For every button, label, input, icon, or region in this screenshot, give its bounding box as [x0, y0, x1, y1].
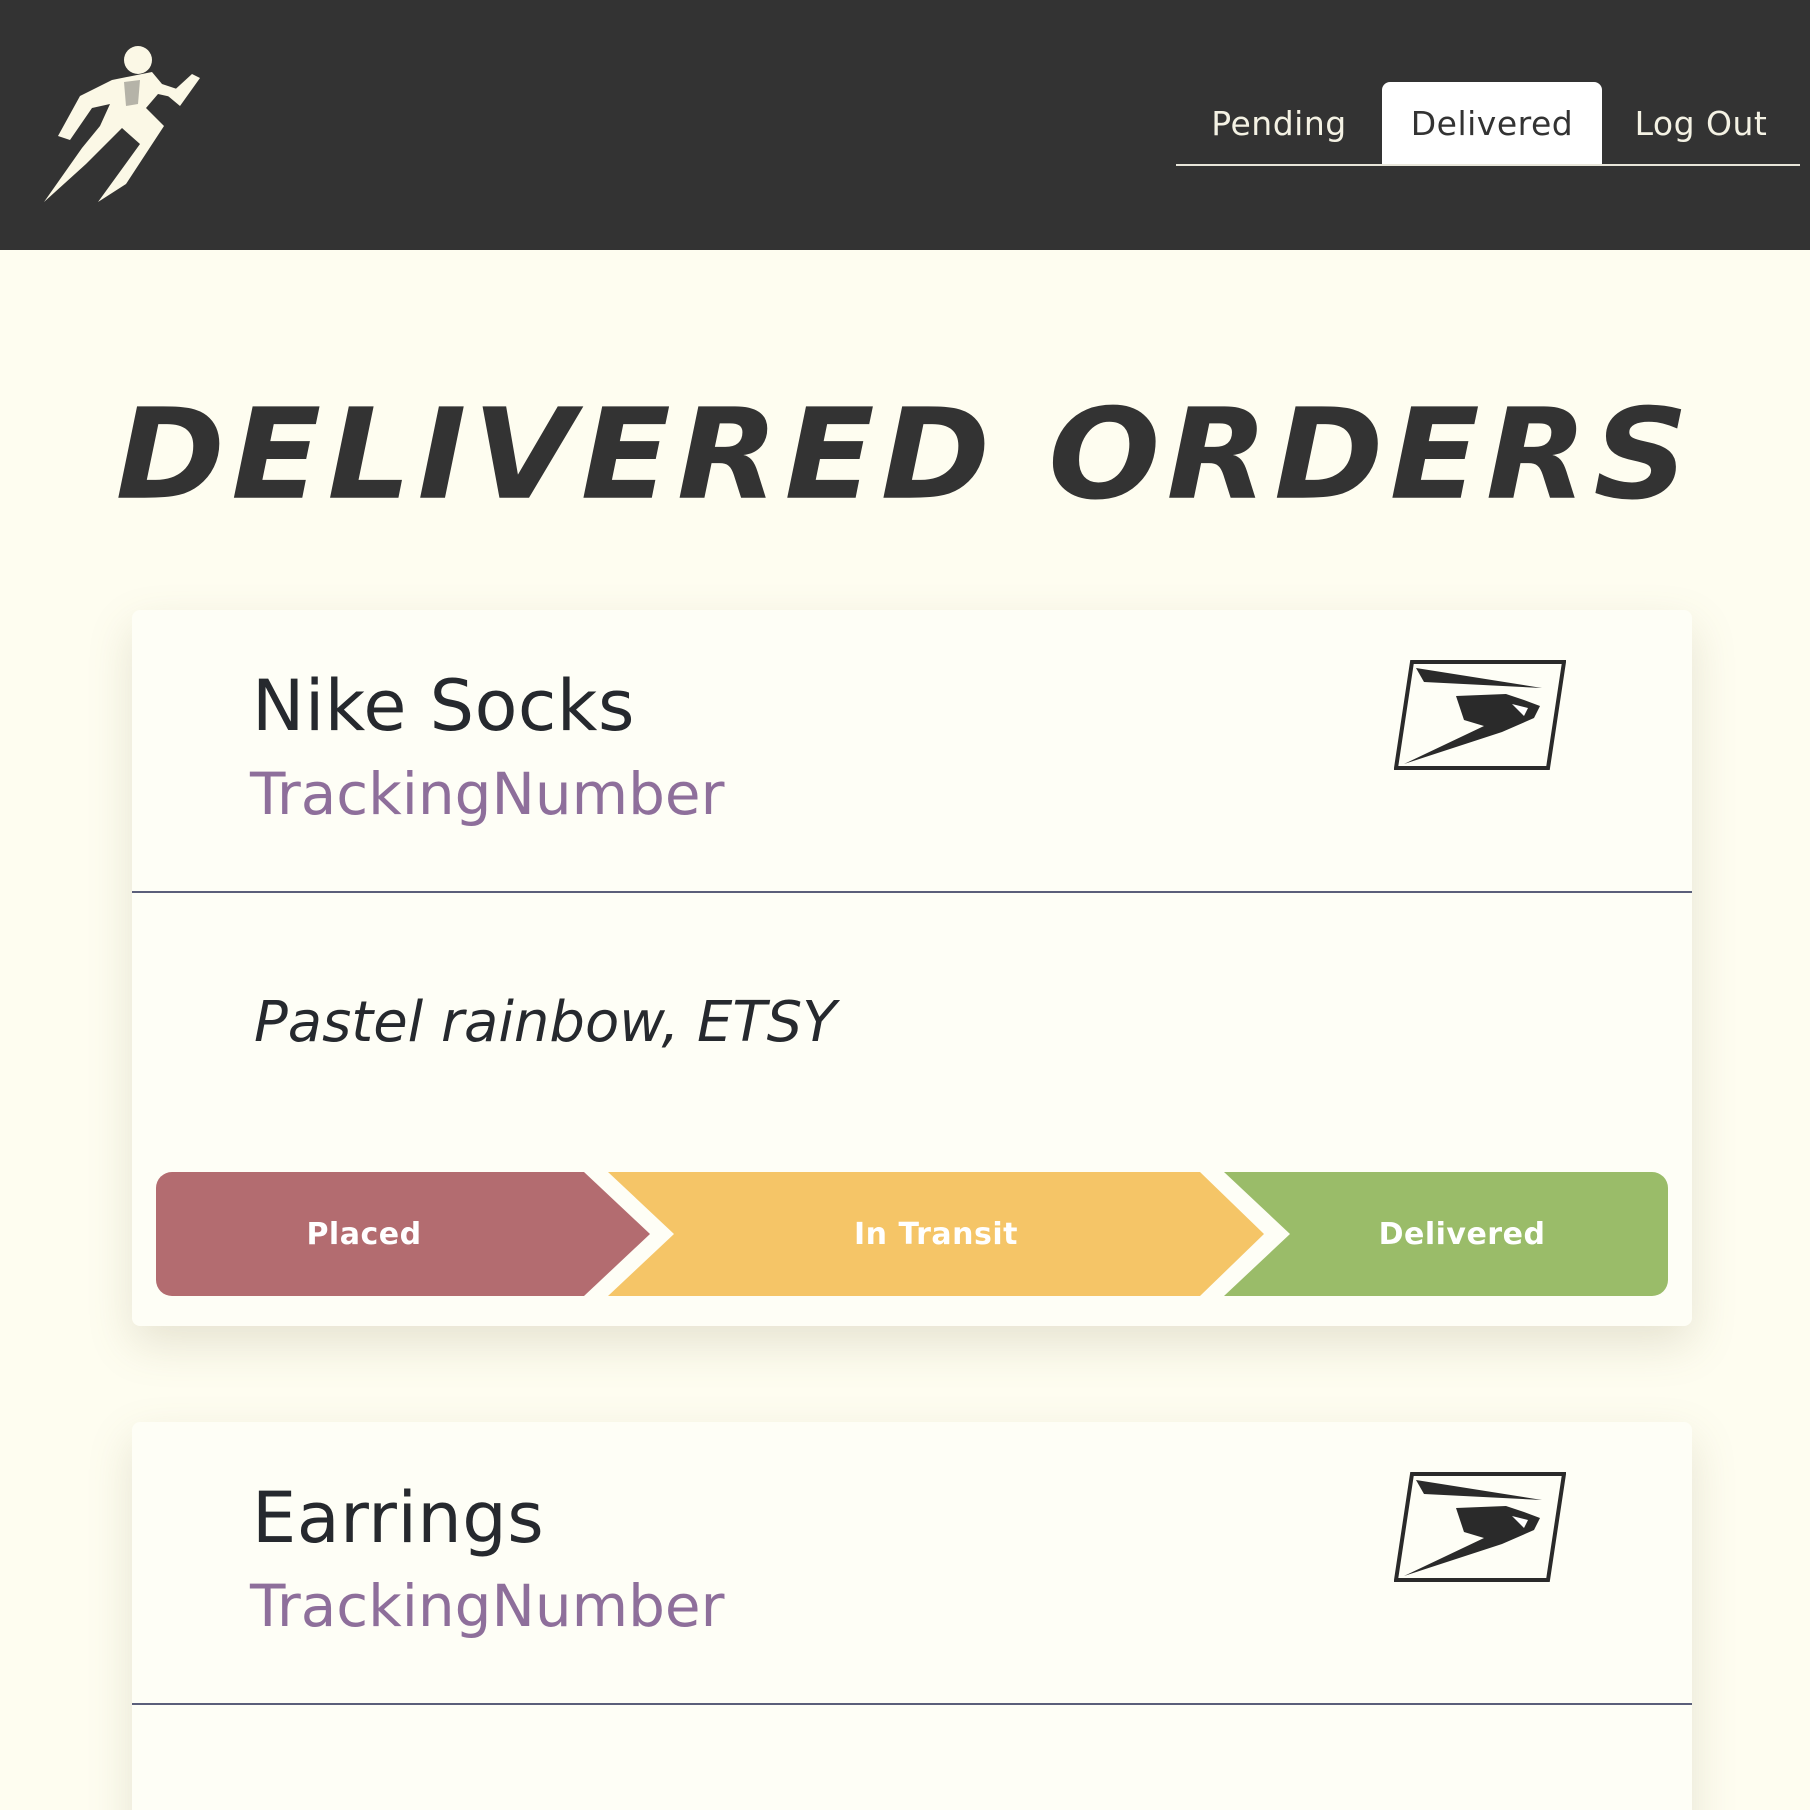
top-nav-bar: Pending Delivered Log Out: [0, 0, 1810, 250]
usps-eagle-icon: [1394, 660, 1566, 770]
order-card: Earrings TrackingNumber: [132, 1422, 1692, 1810]
running-figure-logo[interactable]: [40, 44, 210, 204]
step-placed: Placed: [306, 1216, 422, 1252]
nav-tabs: Pending Delivered Log Out: [1176, 82, 1800, 166]
tracking-number[interactable]: TrackingNumber: [250, 760, 724, 828]
order-card: Nike Socks TrackingNumber Pastel rainbow…: [132, 610, 1692, 1326]
tab-pending[interactable]: Pending: [1176, 82, 1382, 164]
step-in-transit: In Transit: [853, 1216, 1018, 1252]
tracking-number[interactable]: TrackingNumber: [250, 1572, 724, 1640]
order-card-header: Earrings TrackingNumber: [132, 1422, 1692, 1705]
order-description: Pastel rainbow, ETSY: [254, 990, 837, 1055]
logout-link[interactable]: Log Out: [1602, 82, 1800, 164]
order-progress-bar: Placed In Transit Delivered: [156, 1172, 1668, 1296]
order-name: Nike Socks: [252, 665, 635, 747]
order-card-header: Nike Socks TrackingNumber: [132, 610, 1692, 893]
page-title: DELIVERED ORDERS: [115, 381, 1695, 529]
step-delivered: Delivered: [1378, 1216, 1546, 1252]
tab-delivered[interactable]: Delivered: [1382, 82, 1602, 164]
order-name: Earrings: [252, 1477, 545, 1559]
usps-eagle-icon: [1394, 1472, 1566, 1582]
